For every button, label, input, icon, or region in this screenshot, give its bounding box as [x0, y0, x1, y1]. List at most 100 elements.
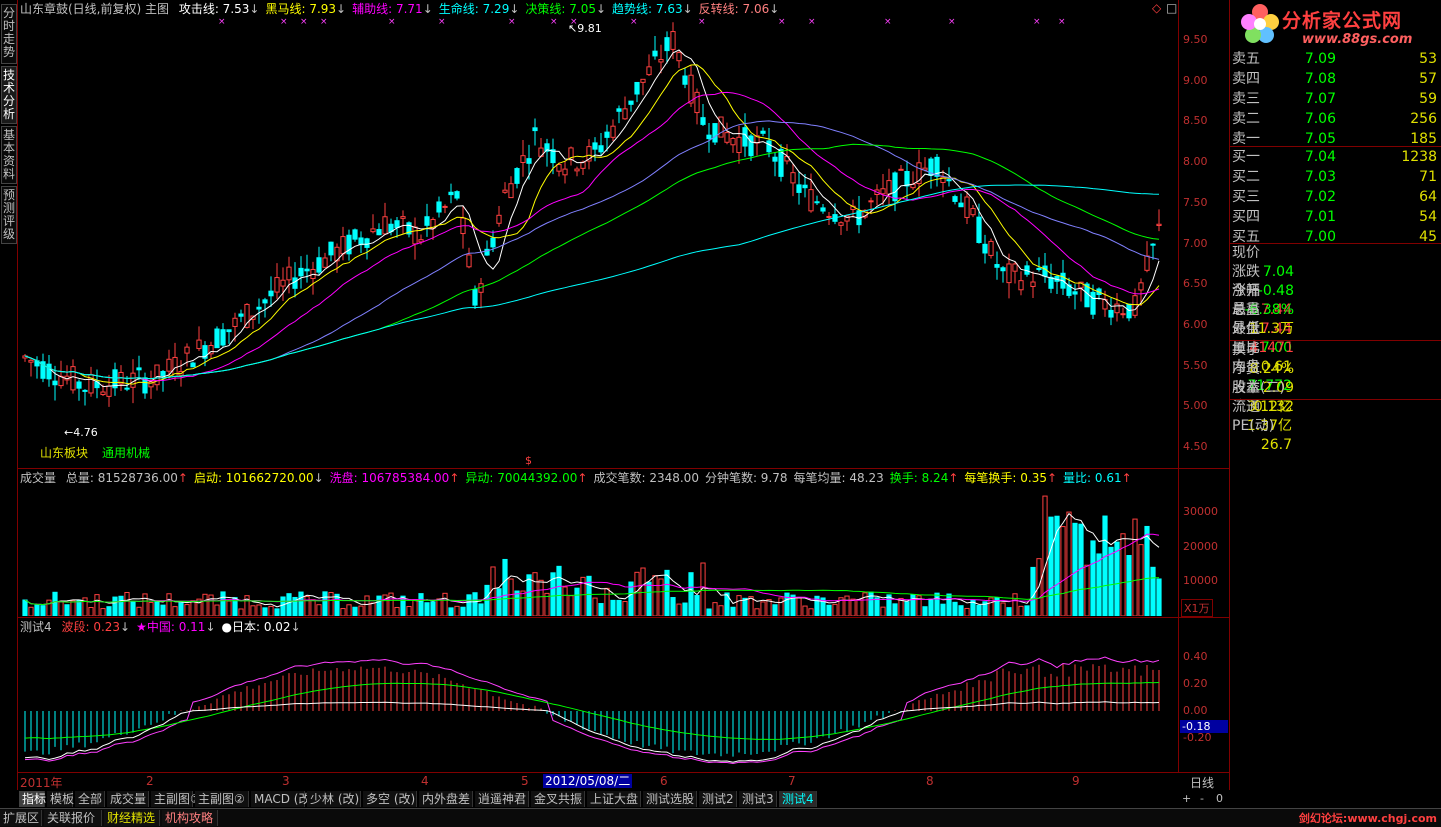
- indicator-field: 启动: 101662720.00↓: [194, 471, 324, 485]
- bottom-tab[interactable]: 机构攻略: [162, 810, 218, 826]
- moving-average-line: [24, 49, 1160, 388]
- volume-bar: [508, 578, 514, 616]
- volume-bar: [1072, 522, 1078, 616]
- volume-bar: [352, 606, 358, 616]
- volume-bar: [538, 579, 544, 616]
- indicator-tab[interactable]: 测试3: [739, 791, 777, 807]
- candle-body: [904, 170, 910, 187]
- volume-bar: [316, 604, 322, 616]
- volume-bar: [796, 597, 802, 616]
- candle-body: [1042, 265, 1048, 277]
- volume-bar: [430, 601, 436, 616]
- indicator-tab[interactable]: 主副图①: [151, 791, 201, 807]
- stat-row: 收益(二) 0.132 PE(动) 26.7: [1232, 379, 1439, 453]
- candle-body: [448, 191, 454, 196]
- candle-body: [988, 240, 994, 256]
- volume-bar: [496, 588, 502, 616]
- bottom-tab[interactable]: 财经精选: [104, 810, 160, 826]
- volume-chart[interactable]: [18, 486, 1178, 616]
- price-tick: 5.50: [1183, 358, 1208, 372]
- indicator-tab[interactable]: 指标: [19, 791, 46, 807]
- industry-label[interactable]: 通用机械: [102, 444, 150, 461]
- candle-body: [370, 228, 376, 233]
- zoom-out-button[interactable]: -: [1200, 792, 1204, 805]
- indicator-tab[interactable]: 内外盘差: [419, 791, 473, 807]
- date-label: 8: [926, 774, 934, 788]
- indicator-tab[interactable]: 测试4: [779, 791, 817, 807]
- volume-bar: [1024, 605, 1030, 616]
- candle-body: [520, 155, 526, 163]
- indicator-tab[interactable]: 测试选股: [643, 791, 697, 807]
- candlestick-chart[interactable]: × × × × × × × × × × × × × × × × ×: [18, 18, 1178, 468]
- indicator-tab[interactable]: 金叉共振: [531, 791, 585, 807]
- indicator-tab[interactable]: 测试2: [699, 791, 737, 807]
- candle-body: [898, 168, 904, 171]
- volume-bar: [250, 605, 256, 616]
- volume-bar: [328, 592, 334, 616]
- buy-level: 买一 7.04 1238: [1232, 148, 1439, 167]
- candle-body: [502, 189, 508, 193]
- tab-intraday[interactable]: 分时走势: [1, 4, 17, 64]
- zoom-in-button[interactable]: +: [1182, 792, 1191, 805]
- tab-fundamentals[interactable]: 基本资料: [1, 126, 17, 184]
- indicator-tab[interactable]: 上证大盘: [587, 791, 641, 807]
- period-label[interactable]: 日线: [1190, 774, 1214, 791]
- candle-body: [580, 161, 586, 169]
- level-label: 买二: [1232, 169, 1260, 185]
- bottom-tab[interactable]: 关联报价: [44, 810, 102, 826]
- candle-body: [640, 78, 646, 83]
- indicator-tab[interactable]: 模板: [47, 791, 74, 807]
- volume-bar: [124, 591, 130, 616]
- candle-body: [328, 241, 334, 256]
- bottom-tab[interactable]: 扩展区: [0, 810, 42, 826]
- candle-body: [1156, 223, 1162, 226]
- minimize-icon[interactable]: □: [1166, 1, 1177, 15]
- volume-bar: [22, 599, 28, 616]
- stat-label: 换手: [1232, 342, 1260, 358]
- indicator-field-label: 反转线: 7.06: [698, 2, 770, 16]
- stat-row: 现价 7.04 今开 7.44: [1232, 244, 1439, 318]
- candle-body: [802, 184, 808, 189]
- volume-bar: [688, 572, 694, 616]
- price-tick: 8.50: [1183, 114, 1208, 128]
- candle-body: [232, 317, 238, 327]
- candle-body: [622, 108, 628, 120]
- candle-body: [562, 168, 568, 176]
- arrow-icon: ↓: [422, 2, 433, 16]
- indicator-tab[interactable]: MACD (改): [251, 791, 315, 807]
- signal-marker: ×: [884, 18, 892, 27]
- indicator-tab[interactable]: 成交量: [107, 791, 149, 807]
- stat-row: 换手 8.24% 股本 3.12亿: [1232, 341, 1439, 415]
- volume-bar: [322, 591, 328, 616]
- tab-rating[interactable]: 预测评级: [1, 186, 17, 244]
- candle-body: [136, 367, 142, 371]
- indicator-tab[interactable]: 多空 (改): [363, 791, 417, 807]
- zoom-controls: + - 0: [1180, 792, 1228, 807]
- candle-body: [814, 201, 820, 204]
- indicator-tab[interactable]: 逍遥神君: [475, 791, 529, 807]
- stat-label: 净资: [1232, 361, 1260, 377]
- price-tick: 9.00: [1183, 73, 1208, 87]
- indicator-field-label: 异动: 70044392.00: [465, 471, 578, 485]
- volume-bar: [616, 599, 622, 616]
- sector-label[interactable]: 山东板块: [40, 444, 88, 461]
- arrow-icon: ↓: [336, 2, 347, 16]
- buy-level: 买四 7.01 54: [1232, 208, 1439, 227]
- volume-tick: 10000: [1183, 574, 1218, 588]
- tab-technical[interactable]: 技术分析: [1, 66, 17, 124]
- candle-body: [46, 363, 52, 380]
- indicator-chart[interactable]: [18, 635, 1178, 772]
- candle-body: [508, 183, 514, 199]
- zoom-reset-button[interactable]: 0: [1216, 792, 1223, 805]
- candle-body: [982, 243, 988, 254]
- indicator-tab[interactable]: 少林 (改): [307, 791, 361, 807]
- candle-body: [220, 329, 226, 346]
- diamond-icon[interactable]: ◇: [1152, 1, 1161, 15]
- indicator-tab[interactable]: 全部: [75, 791, 105, 807]
- candle-body: [400, 216, 406, 219]
- candle-body: [574, 168, 580, 172]
- candle-body: [778, 148, 784, 177]
- high-marker: ↖9.81: [568, 22, 602, 35]
- indicator-tab[interactable]: 主副图②: [195, 791, 249, 807]
- candle-body: [712, 123, 718, 143]
